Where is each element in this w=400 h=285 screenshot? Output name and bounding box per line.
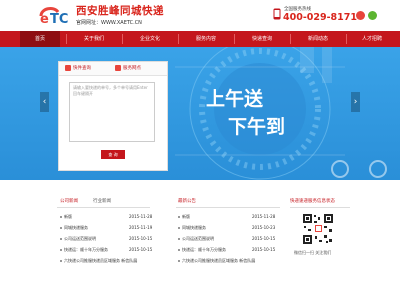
phone-icon (273, 8, 281, 20)
tracking-tabs: 快件查询 服务网点 (59, 62, 167, 76)
nav-item-news[interactable]: 新闻动态 (296, 31, 340, 47)
nav-divider (346, 34, 347, 44)
tracking-number-input[interactable]: 请输入要快递的单号，多个单号请用Enter回车键隔开 (69, 82, 155, 142)
wechat-caption: 微信扫一扫 关注我们 (294, 250, 332, 255)
tab-parcel-query[interactable]: 快件查询 (65, 62, 91, 75)
main-nav: 首页 关于我们 企业文化 服务内容 快递查询 新闻动态 人才招聘 (0, 31, 400, 47)
news-item-title: 公司运送范围说明 (64, 236, 96, 241)
bullet-icon (60, 238, 62, 240)
notice-item-date: 2015-10-15 (252, 247, 276, 252)
notice-item[interactable]: 快递运：顺十年万分服务 (178, 245, 226, 254)
news-item-title: 同城快递服务 (64, 225, 88, 230)
news-item-date: 2015-11-19 (129, 225, 153, 230)
nav-divider (290, 34, 291, 44)
news-item-date: 2015-10-15 (129, 236, 153, 241)
news-item[interactable]: 新版 (60, 212, 72, 221)
notice-item-title: 六快递公司推服快递员区域服务 新信队展 (182, 258, 256, 263)
bullet-icon (60, 227, 62, 229)
notice-item-title: 快递运：顺十年万分服务 (182, 247, 226, 252)
bullet-icon (178, 238, 180, 240)
news-item-title: 新版 (64, 214, 72, 219)
wechat-qr-code (302, 213, 334, 245)
banner-next-arrow[interactable]: › (351, 92, 360, 112)
nav-item-careers[interactable]: 人才招聘 (350, 31, 394, 47)
tab-service-outlets-label: 服务网点 (123, 66, 141, 71)
service-outlets-icon (115, 64, 121, 71)
notice-item-date: 2015-11-28 (252, 214, 276, 219)
notice-item[interactable]: 新版 (178, 212, 190, 221)
notice-item-title: 同城快递服务 (182, 225, 206, 230)
notice-item-title: 公司运送范围说明 (182, 236, 214, 241)
news-item-date: 2015-10-15 (129, 247, 153, 252)
news-tabs: 公司新闻 行业新闻 (57, 196, 150, 208)
bullet-icon (178, 227, 180, 229)
news-item[interactable]: 快递运：顺十年万分服务 (60, 245, 108, 254)
news-item[interactable]: 同城快递服务 (60, 223, 88, 232)
news-item-date: 2015-11-28 (129, 214, 153, 219)
wechat-icon[interactable] (368, 11, 377, 20)
nav-divider (66, 34, 67, 44)
site-header: e TC 西安胜峰同城快递 官网网址：WWW.XAETC.CN 全国服务热线 4… (0, 0, 400, 31)
tab-company-news[interactable]: 公司新闻 (60, 196, 78, 207)
query-button[interactable]: 查 询 (101, 150, 125, 159)
brand-title: 西安胜峰同城快递 (76, 5, 164, 17)
parcel-query-icon (65, 64, 71, 71)
hotline-number: 400-029-8171 (283, 12, 357, 23)
bullet-icon (178, 216, 180, 218)
news-item[interactable]: 公司运送范围说明 (60, 234, 96, 243)
notice-item[interactable]: 同城快递服务 (178, 223, 206, 232)
bullet-icon (178, 249, 180, 251)
delivery-scooter-icon (331, 160, 387, 178)
logo-letter-e: e (40, 12, 49, 26)
bullet-icon (60, 249, 62, 251)
logo-letters-tc: TC (50, 12, 68, 26)
tab-industry-news[interactable]: 行业新闻 (93, 196, 111, 207)
bullet-icon (60, 216, 62, 218)
banner-prev-arrow[interactable]: ‹ (40, 92, 49, 112)
nav-item-culture[interactable]: 企业文化 (128, 31, 172, 47)
nav-divider (178, 34, 179, 44)
weibo-icon[interactable] (356, 11, 365, 20)
nav-item-tracking[interactable]: 快递查询 (240, 31, 284, 47)
nav-item-home[interactable]: 首页 (20, 31, 60, 47)
nav-item-about[interactable]: 关于我们 (72, 31, 116, 47)
notice-item[interactable]: 公司运送范围说明 (178, 234, 214, 243)
banner-headline-2: 下午到 (228, 115, 285, 138)
bullet-icon (60, 260, 62, 262)
wechat-header: 快递速递服务信息状态 (290, 196, 350, 208)
wechat-title: 快递速递服务信息状态 (290, 199, 335, 204)
nav-divider (122, 34, 123, 44)
nav-item-services[interactable]: 服务内容 (184, 31, 228, 47)
news-item-title: 快递运：顺十年万分服务 (64, 247, 108, 252)
notice-title: 最新公告 (178, 199, 196, 204)
notice-item-date: 2015-10-15 (252, 236, 276, 241)
notice-header: 最新公告 (176, 196, 280, 208)
etc-logo[interactable]: e TC (38, 4, 74, 26)
notice-item-title: 新版 (182, 214, 190, 219)
notice-item[interactable]: 六快递公司推服快递员区域服务 新信队展 (178, 256, 255, 265)
nav-divider (234, 34, 235, 44)
tracking-panel: 快件查询 服务网点 请输入要快递的单号，多个单号请用Enter回车键隔开 查 询 (58, 61, 168, 171)
news-item[interactable]: 六快递公司推服快递员区域服务 新信队展 (60, 256, 137, 265)
banner-headline-1: 上午送 (206, 87, 264, 110)
bullet-icon (178, 260, 180, 262)
tab-service-outlets[interactable]: 服务网点 (115, 62, 141, 75)
news-item-title: 六快递公司推服快递员区域服务 新信队展 (64, 258, 138, 263)
site-url-label: 官网网址：WWW.XAETC.CN (76, 20, 142, 26)
tab-parcel-query-label: 快件查询 (73, 66, 91, 71)
notice-item-date: 2015-10-23 (252, 225, 276, 230)
